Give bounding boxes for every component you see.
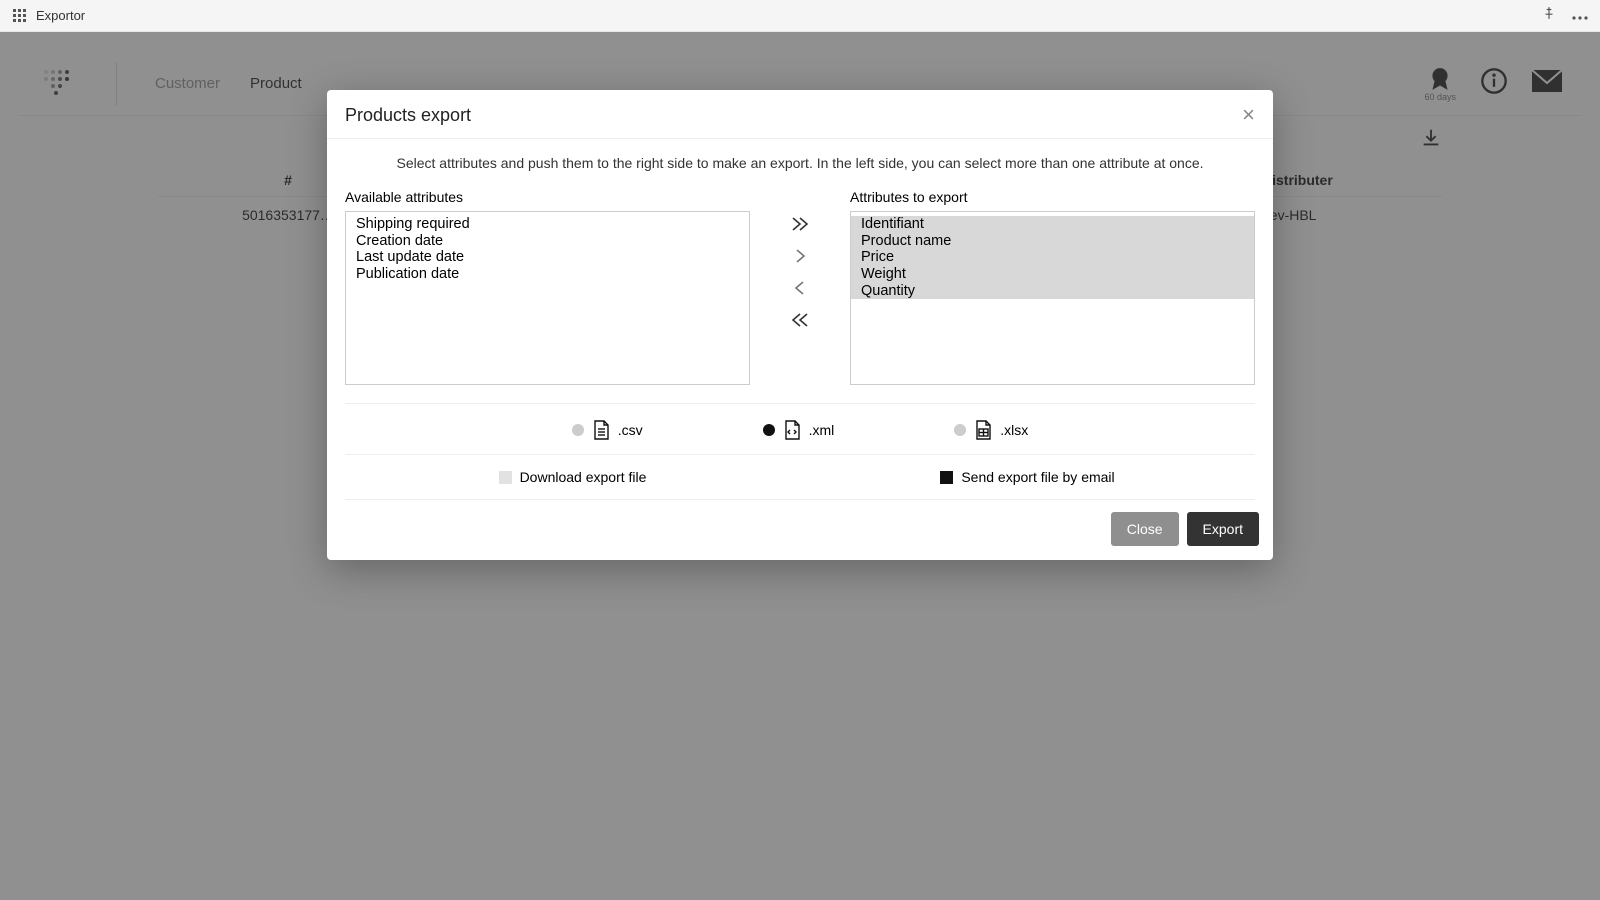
move-right-button[interactable] bbox=[786, 245, 814, 267]
modal-title: Products export bbox=[345, 105, 471, 126]
checkbox-icon bbox=[499, 471, 512, 484]
window-title: Exportor bbox=[36, 8, 85, 23]
move-all-right-button[interactable] bbox=[786, 213, 814, 235]
app-grid-icon bbox=[12, 8, 28, 24]
download-label: Download export file bbox=[520, 469, 647, 485]
list-item[interactable]: Weight bbox=[851, 266, 1254, 283]
radio-icon bbox=[954, 424, 966, 436]
pin-icon[interactable] bbox=[1542, 6, 1556, 25]
list-item[interactable]: Shipping required bbox=[346, 216, 749, 233]
move-all-left-button[interactable] bbox=[786, 309, 814, 331]
available-listbox[interactable]: Shipping required Creation date Last upd… bbox=[345, 211, 750, 385]
move-controls bbox=[750, 189, 850, 331]
format-csv[interactable]: .csv bbox=[572, 420, 643, 440]
close-icon[interactable]: × bbox=[1242, 104, 1255, 126]
list-item[interactable]: Creation date bbox=[346, 233, 749, 250]
email-checkbox[interactable]: Send export file by email bbox=[940, 469, 1114, 485]
list-item[interactable]: Quantity bbox=[851, 283, 1254, 300]
checkbox-icon bbox=[940, 471, 953, 484]
modal-header: Products export × bbox=[327, 90, 1273, 139]
delivery-row: Download export file Send export file by… bbox=[345, 455, 1255, 500]
available-label: Available attributes bbox=[345, 189, 750, 205]
more-icon[interactable] bbox=[1572, 7, 1588, 25]
modal-instruction: Select attributes and push them to the r… bbox=[345, 155, 1255, 171]
export-label: Attributes to export bbox=[850, 189, 1255, 205]
dual-list: Available attributes Shipping required C… bbox=[345, 189, 1255, 385]
email-label: Send export file by email bbox=[961, 469, 1114, 485]
list-item[interactable]: Identifiant bbox=[851, 216, 1254, 233]
list-item[interactable]: Last update date bbox=[346, 249, 749, 266]
file-spreadsheet-icon bbox=[974, 420, 992, 440]
export-button[interactable]: Export bbox=[1187, 512, 1259, 546]
format-xml[interactable]: .xml bbox=[763, 420, 835, 440]
file-code-icon bbox=[783, 420, 801, 440]
modal-footer: Close Export bbox=[327, 500, 1273, 560]
export-modal: Products export × Select attributes and … bbox=[327, 90, 1273, 560]
format-xlsx-label: .xlsx bbox=[1000, 422, 1028, 438]
format-xlsx[interactable]: .xlsx bbox=[954, 420, 1028, 440]
window-titlebar: Exportor bbox=[0, 0, 1600, 32]
download-checkbox[interactable]: Download export file bbox=[499, 469, 647, 485]
list-item[interactable]: Product name bbox=[851, 233, 1254, 250]
radio-icon bbox=[572, 424, 584, 436]
list-item[interactable]: Publication date bbox=[346, 266, 749, 283]
list-item[interactable]: Price bbox=[851, 249, 1254, 266]
export-listbox[interactable]: Identifiant Product name Price Weight Qu… bbox=[850, 211, 1255, 385]
format-row: .csv .xml .xlsx bbox=[345, 403, 1255, 455]
close-button[interactable]: Close bbox=[1111, 512, 1179, 546]
format-xml-label: .xml bbox=[809, 422, 835, 438]
format-csv-label: .csv bbox=[618, 422, 643, 438]
move-left-button[interactable] bbox=[786, 277, 814, 299]
file-text-icon bbox=[592, 420, 610, 440]
radio-icon bbox=[763, 424, 775, 436]
